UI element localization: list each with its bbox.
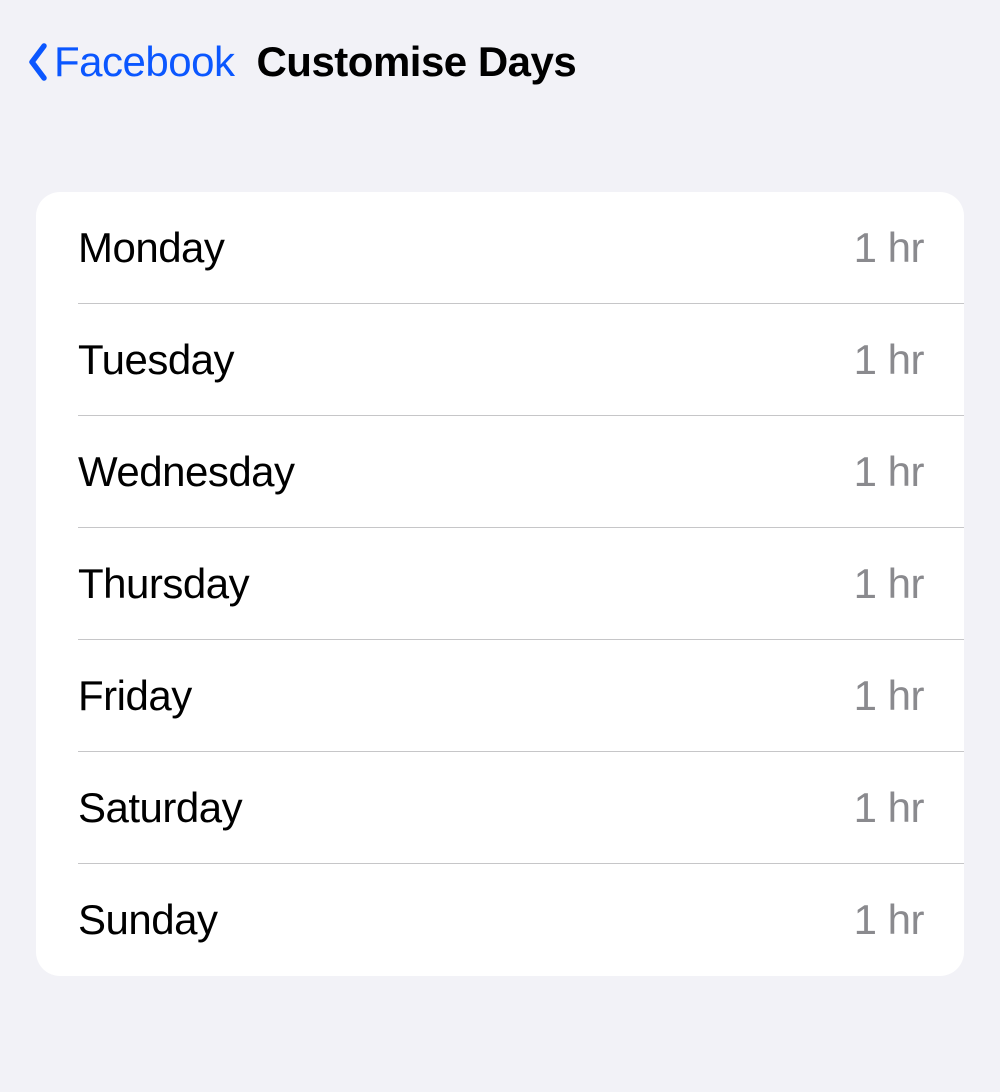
day-label: Monday	[78, 224, 224, 272]
day-value: 1 hr	[854, 896, 924, 944]
day-value: 1 hr	[854, 224, 924, 272]
day-label: Tuesday	[78, 336, 234, 384]
day-row-tuesday[interactable]: Tuesday 1 hr	[36, 304, 964, 416]
day-value: 1 hr	[854, 560, 924, 608]
days-list: Monday 1 hr Tuesday 1 hr Wednesday 1 hr …	[36, 192, 964, 976]
nav-bar: Facebook Customise Days	[0, 0, 1000, 124]
day-label: Sunday	[78, 896, 217, 944]
day-row-thursday[interactable]: Thursday 1 hr	[36, 528, 964, 640]
day-label: Wednesday	[78, 448, 295, 496]
chevron-left-icon	[24, 40, 52, 84]
day-label: Saturday	[78, 784, 242, 832]
day-value: 1 hr	[854, 448, 924, 496]
day-label: Thursday	[78, 560, 249, 608]
back-label: Facebook	[54, 38, 234, 86]
day-row-saturday[interactable]: Saturday 1 hr	[36, 752, 964, 864]
page-title: Customise Days	[256, 38, 576, 86]
day-row-wednesday[interactable]: Wednesday 1 hr	[36, 416, 964, 528]
back-button[interactable]: Facebook	[24, 38, 234, 86]
day-row-friday[interactable]: Friday 1 hr	[36, 640, 964, 752]
day-row-monday[interactable]: Monday 1 hr	[36, 192, 964, 304]
day-row-sunday[interactable]: Sunday 1 hr	[36, 864, 964, 976]
day-value: 1 hr	[854, 784, 924, 832]
day-label: Friday	[78, 672, 192, 720]
day-value: 1 hr	[854, 672, 924, 720]
day-value: 1 hr	[854, 336, 924, 384]
